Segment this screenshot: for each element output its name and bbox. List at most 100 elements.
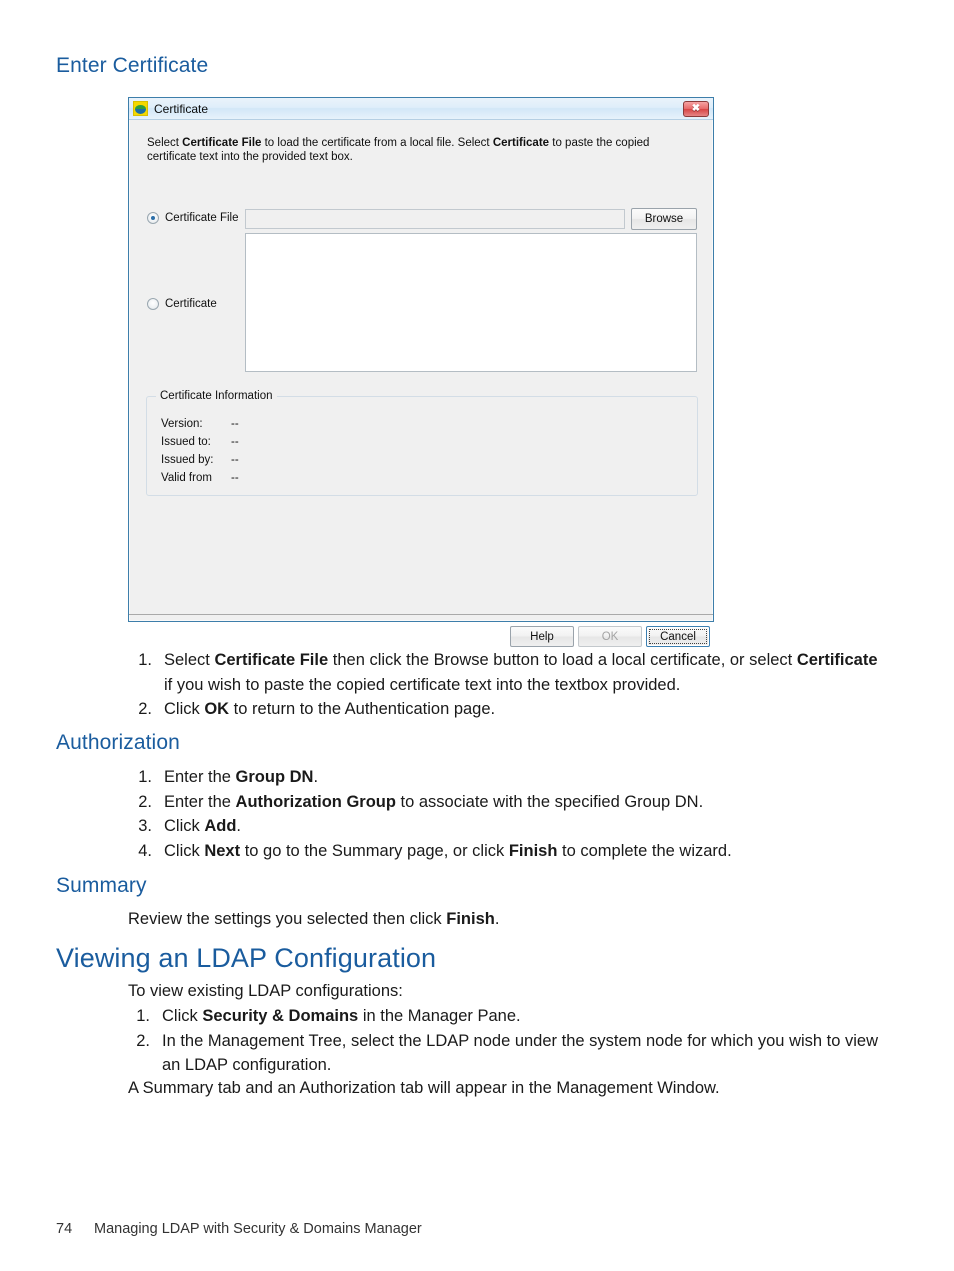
list-number: 1. xyxy=(136,1007,150,1025)
text-bold: Finish xyxy=(446,910,495,928)
dialog-titlebar: Certificate ✖ xyxy=(129,98,713,120)
heading-enter-certificate: Enter Certificate xyxy=(56,54,209,77)
text-bold: Group DN xyxy=(235,768,314,786)
info-label: Version: xyxy=(161,418,203,430)
radio-certificate-file[interactable]: Certificate File xyxy=(147,212,239,224)
desc-part-1: Select xyxy=(147,137,183,149)
help-button-label: Help xyxy=(530,630,554,643)
list-number: 2. xyxy=(138,700,152,718)
text-bold: Add xyxy=(204,817,237,835)
radio-certificate-file-label: Certificate File xyxy=(165,212,239,224)
info-row-valid-from: Valid from -- xyxy=(161,472,239,484)
text-part: Click xyxy=(164,841,205,860)
dialog-body: Select Certificate File to load the cert… xyxy=(129,120,713,647)
radio-dot-icon xyxy=(147,212,159,224)
text-part: . xyxy=(494,910,500,928)
info-label: Issued to: xyxy=(161,436,211,448)
list-text: Click Next to go to the Summary page, or… xyxy=(164,839,878,864)
certificate-globe-icon xyxy=(133,101,148,116)
list-text: Enter the Authorization Group to associa… xyxy=(164,790,878,815)
document-page: Enter Certificate Certificate ✖ Select C… xyxy=(0,0,954,1271)
list-number: 1. xyxy=(138,768,152,786)
list-item: 4. Click Next to go to the Summary page,… xyxy=(128,839,878,864)
list-number: 2. xyxy=(138,792,152,811)
text-bold: Certificate File xyxy=(214,651,329,669)
info-label: Issued by: xyxy=(161,454,214,466)
desc-bold-2: Certificate xyxy=(492,137,550,149)
list-text: Click Add. xyxy=(164,814,878,839)
info-row-issued-to: Issued to: -- xyxy=(161,436,239,448)
list-item: 2. Click OK to return to the Authenticat… xyxy=(128,697,878,722)
certificate-dialog: Certificate ✖ Select Certificate File to… xyxy=(128,97,714,647)
text-bold: Authorization Group xyxy=(235,792,396,811)
info-value: -- xyxy=(231,454,239,466)
list-item: 2. In the Management Tree, select the LD… xyxy=(128,1029,888,1078)
list-text: In the Management Tree, select the LDAP … xyxy=(162,1031,879,1075)
browse-button-label: Browse xyxy=(644,213,684,225)
footer-page-number: 74 xyxy=(56,1221,73,1237)
desc-bold-1: Certificate File xyxy=(182,137,262,149)
certificate-steps-list: 1. Select Certificate File then click th… xyxy=(128,648,878,722)
info-value: -- xyxy=(231,436,239,448)
help-button[interactable]: Help xyxy=(510,626,574,647)
viewing-ldap-closing: A Summary tab and an Authorization tab w… xyxy=(128,1079,720,1097)
summary-paragraph: Review the settings you selected then cl… xyxy=(128,907,878,931)
cancel-button-label: Cancel xyxy=(660,630,696,643)
list-item: 1. Enter the Group DN. xyxy=(128,765,878,790)
list-number: 3. xyxy=(138,817,152,835)
text-part: to complete the wizard. xyxy=(557,841,732,860)
heading-summary: Summary xyxy=(56,874,147,897)
text-part: to associate with the specified Group DN… xyxy=(395,792,704,811)
info-value: -- xyxy=(231,418,239,430)
radio-certificate[interactable]: Certificate xyxy=(147,298,217,310)
text-part: in the Manager Pane. xyxy=(358,1007,521,1025)
text-part: then click the Browse button to load a l… xyxy=(328,651,797,669)
list-item: 3. Click Add. xyxy=(128,814,878,839)
page-footer: 74 Managing LDAP with Security & Domains… xyxy=(56,1221,422,1237)
text-part: Click xyxy=(164,817,205,835)
heading-viewing-ldap-configuration: Viewing an LDAP Configuration xyxy=(56,943,437,973)
close-icon[interactable]: ✖ xyxy=(683,100,709,117)
list-text: Select Certificate File then click the B… xyxy=(164,648,878,697)
viewing-steps-list: 1. Click Security & Domains in the Manag… xyxy=(128,1004,888,1078)
info-label: Valid from xyxy=(161,472,212,484)
certificate-information-title: Certificate Information xyxy=(156,390,277,402)
text-part: if you wish to paste the copied certific… xyxy=(164,675,681,694)
text-part: Click xyxy=(164,700,205,718)
desc-part-2: to load the certificate from a local fil… xyxy=(261,137,493,149)
cancel-button[interactable]: Cancel xyxy=(646,626,710,647)
ok-button[interactable]: OK xyxy=(578,626,642,647)
text-bold: Finish xyxy=(508,841,558,860)
list-item: 1. Select Certificate File then click th… xyxy=(128,648,878,697)
browse-button[interactable]: Browse xyxy=(631,208,697,230)
list-text: Click OK to return to the Authentication… xyxy=(164,697,878,722)
text-part: Select xyxy=(164,651,215,669)
text-part: . xyxy=(236,817,242,835)
text-bold: Certificate xyxy=(796,651,878,669)
close-glyph: ✖ xyxy=(691,102,701,114)
certificate-file-input[interactable] xyxy=(245,209,625,229)
list-number: 4. xyxy=(138,841,152,860)
heading-authorization: Authorization xyxy=(56,731,180,754)
text-part: to go to the Summary page, or click xyxy=(240,841,509,860)
list-number: 2. xyxy=(136,1031,150,1050)
info-row-issued-by: Issued by: -- xyxy=(161,454,239,466)
list-text: Click Security & Domains in the Manager … xyxy=(162,1004,888,1029)
text-bold: Next xyxy=(204,841,241,860)
info-row-version: Version: -- xyxy=(161,418,239,430)
text-part: Review the settings you selected then cl… xyxy=(128,910,447,928)
text-part: Enter the xyxy=(164,792,236,811)
text-bold: OK xyxy=(204,700,230,718)
text-part: to return to the Authentication page. xyxy=(229,700,496,718)
certificate-textarea[interactable] xyxy=(245,233,697,372)
authorization-steps-list: 1. Enter the Group DN. 2. Enter the Auth… xyxy=(128,765,878,863)
text-part: Enter the xyxy=(164,768,236,786)
radio-certificate-label: Certificate xyxy=(165,298,217,310)
list-number: 1. xyxy=(138,651,152,669)
text-part: Click xyxy=(162,1007,203,1025)
list-item: 2. Enter the Authorization Group to asso… xyxy=(128,790,878,815)
ok-button-label: OK xyxy=(601,630,619,643)
list-item: 1. Click Security & Domains in the Manag… xyxy=(128,1004,888,1029)
info-value: -- xyxy=(231,472,239,484)
text-bold: Security & Domains xyxy=(202,1007,359,1025)
